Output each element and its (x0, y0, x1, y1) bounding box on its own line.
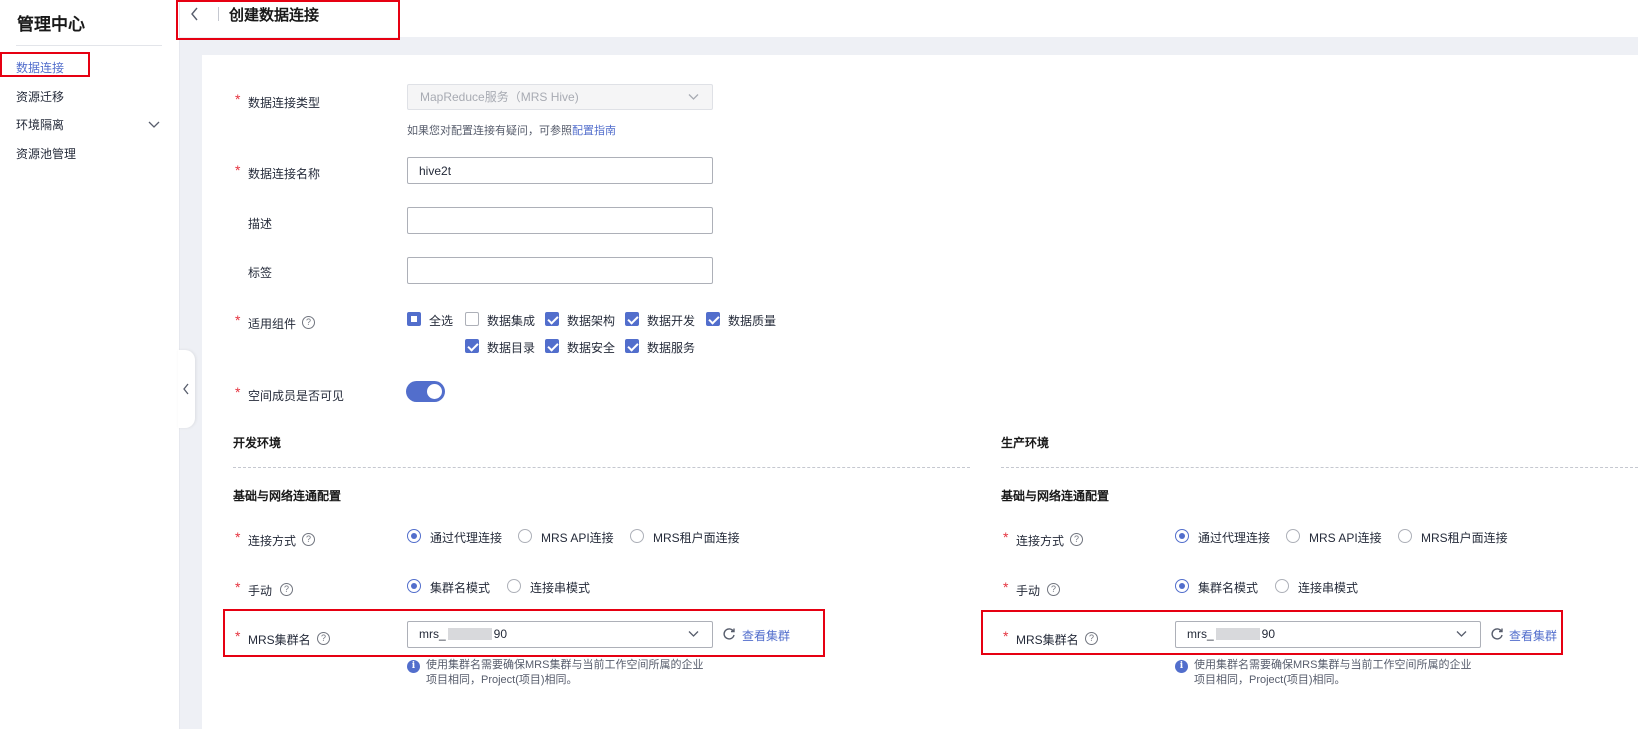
sidebar-collapse-toggle[interactable] (178, 350, 195, 428)
highlight-box-dev-cluster (223, 609, 825, 657)
checkbox-data-architecture[interactable] (545, 312, 559, 326)
name-input[interactable] (407, 157, 713, 184)
chevron-down-icon[interactable] (148, 118, 160, 130)
dev-env-title: 开发环境 (233, 436, 282, 450)
checkbox-data-service[interactable] (625, 339, 639, 353)
prod-manual-radio-connstr[interactable] (1275, 579, 1289, 593)
radio-label: 集群名模式 (1198, 581, 1259, 595)
radio-label: MRS租户面连接 (653, 531, 740, 545)
sidebar-item-resource-pool[interactable]: 资源池管理 (16, 145, 76, 162)
prod-connect-label: 连接方式 (1016, 534, 1065, 548)
prod-manual-radio-cluster[interactable] (1175, 579, 1189, 593)
dev-connect-label: 连接方式 (248, 534, 297, 548)
prod-cluster-note: 使用集群名需要确保MRS集群与当前工作空间所属的企业 项目相同，Project(项… (1194, 659, 1472, 686)
visible-toggle[interactable] (406, 381, 445, 402)
help-icon[interactable]: ? (302, 533, 315, 546)
type-hint: 如果您对配置连接有疑问，可参照配置指南 (407, 125, 616, 137)
help-icon[interactable]: ? (280, 583, 293, 596)
checkbox-label: 数据目录 (487, 341, 536, 355)
checkbox-data-integration[interactable] (465, 312, 479, 326)
required-mark: * (1003, 529, 1009, 545)
tags-input[interactable] (407, 257, 713, 284)
type-select: MapReduce服务（MRS Hive) (407, 84, 713, 110)
help-icon[interactable]: ? (1070, 533, 1083, 546)
required-mark: * (235, 384, 241, 400)
tags-label: 标签 (248, 266, 273, 280)
checkbox-label: 全选 (429, 314, 454, 328)
checkbox-label: 数据架构 (567, 314, 616, 328)
name-label: 数据连接名称 (248, 167, 321, 181)
required-mark: * (235, 529, 241, 545)
dev-cluster-note: 使用集群名需要确保MRS集群与当前工作空间所属的企业 项目相同，Project(项… (426, 659, 704, 686)
radio-label: 通过代理连接 (1198, 531, 1271, 545)
checkbox-label: 数据开发 (647, 314, 696, 328)
dev-connect-radio-api[interactable] (518, 529, 532, 543)
checkbox-label: 数据服务 (647, 341, 696, 355)
radio-label: MRS API连接 (541, 531, 614, 545)
help-icon[interactable]: ? (302, 316, 315, 329)
radio-label: MRS API连接 (1309, 531, 1382, 545)
radio-label: 集群名模式 (430, 581, 491, 595)
dev-network-section-title: 基础与网络连通配置 (233, 489, 342, 503)
dev-manual-radio-cluster[interactable] (407, 579, 421, 593)
radio-label: 连接串模式 (530, 581, 591, 595)
checkbox-label: 数据质量 (728, 314, 777, 328)
sidebar: 管理中心 数据连接 资源迁移 环境隔离 资源池管理 (0, 0, 180, 729)
info-icon: i (407, 660, 420, 673)
highlight-box-nav (0, 52, 90, 77)
prod-manual-label: 手动 (1016, 584, 1041, 598)
required-mark: * (235, 312, 241, 328)
checkbox-select-all[interactable] (407, 312, 421, 326)
radio-label: 通过代理连接 (430, 531, 503, 545)
dev-connect-radio-proxy[interactable] (407, 529, 421, 543)
required-mark: * (235, 91, 241, 107)
type-label: 数据连接类型 (248, 96, 321, 110)
visible-label: 空间成员是否可见 (248, 389, 345, 403)
highlight-box-prod-cluster (981, 610, 1563, 655)
type-select-value: MapReduce服务（MRS Hive) (420, 90, 579, 104)
checkbox-data-quality[interactable] (706, 312, 720, 326)
dev-connect-radio-tenant[interactable] (630, 529, 644, 543)
sidebar-divider (16, 45, 162, 46)
sidebar-item-env-isolation[interactable]: 环境隔离 (16, 116, 64, 133)
config-guide-link[interactable]: 配置指南 (572, 125, 616, 137)
sidebar-item-resource-migration[interactable]: 资源迁移 (16, 88, 64, 105)
checkbox-label: 数据集成 (487, 314, 536, 328)
prod-connect-radio-proxy[interactable] (1175, 529, 1189, 543)
prod-connect-radio-tenant[interactable] (1398, 529, 1412, 543)
description-input[interactable] (407, 207, 713, 234)
section-divider (233, 467, 970, 468)
chevron-down-icon (688, 94, 699, 100)
prod-connect-radio-api[interactable] (1286, 529, 1300, 543)
components-label: 适用组件 (248, 317, 297, 331)
dev-manual-label: 手动 (248, 584, 273, 598)
checkbox-data-development[interactable] (625, 312, 639, 326)
help-icon[interactable]: ? (1047, 583, 1060, 596)
required-mark: * (235, 162, 241, 178)
radio-label: MRS租户面连接 (1421, 531, 1508, 545)
checkbox-data-security[interactable] (545, 339, 559, 353)
checkbox-data-catalog[interactable] (465, 339, 479, 353)
highlight-box-title (176, 0, 400, 40)
required-mark: * (1003, 579, 1009, 595)
checkbox-label: 数据安全 (567, 341, 616, 355)
prod-env-title: 生产环境 (1001, 436, 1050, 450)
description-label: 描述 (248, 217, 273, 231)
radio-label: 连接串模式 (1298, 581, 1359, 595)
info-icon: i (1175, 660, 1188, 673)
dev-manual-radio-connstr[interactable] (507, 579, 521, 593)
prod-network-section-title: 基础与网络连通配置 (1001, 489, 1110, 503)
required-mark: * (235, 579, 241, 595)
section-divider (1001, 467, 1638, 468)
sidebar-title: 管理中心 (17, 15, 85, 34)
chevron-left-icon (183, 383, 189, 395)
